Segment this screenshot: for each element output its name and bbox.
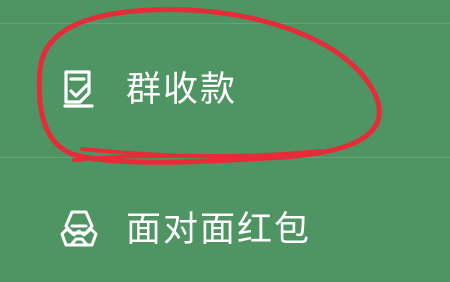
menu-panel: 群收款 面对面红包 [0,0,450,282]
menu-item-label: 面对面红包 [126,210,312,250]
menu-item-group-payment[interactable]: 群收款 [0,46,450,138]
check-document-icon [58,66,100,112]
red-packet-icon [58,206,100,252]
top-divider [0,23,450,24]
menu-item-label: 群收款 [126,70,238,110]
mid-divider [0,157,450,158]
menu-item-face-to-face-red-packet[interactable]: 面对面红包 [0,186,450,278]
